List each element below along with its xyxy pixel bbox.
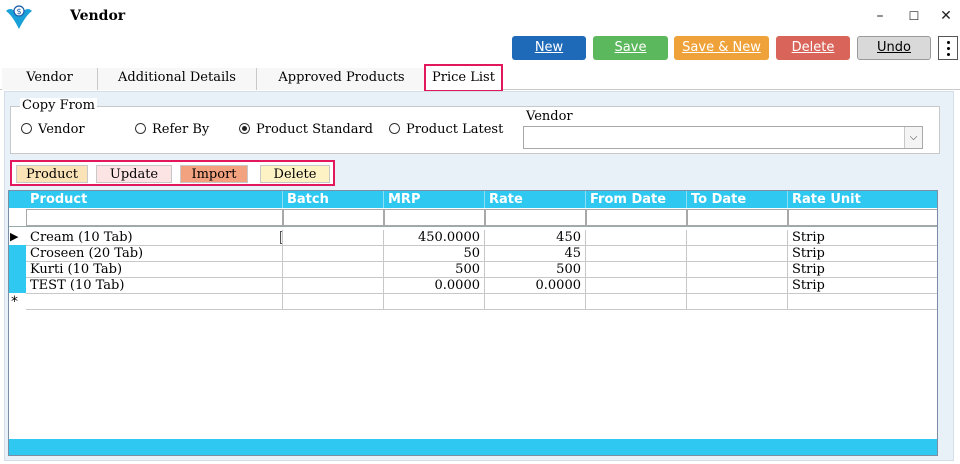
column-header-rate-unit[interactable]: Rate Unit — [788, 191, 937, 208]
column-header-from-date[interactable]: From Date — [586, 191, 687, 208]
new-row-icon: * — [9, 293, 26, 310]
minimize-button[interactable]: – — [869, 6, 891, 26]
table-row[interactable]: Croseen (20 Tab) 50 45 Strip — [26, 246, 937, 262]
cell-rate[interactable]: 45 — [485, 246, 586, 262]
cell-rate[interactable]: 0.0000 — [485, 278, 586, 294]
cell-rate[interactable]: 450 — [485, 230, 586, 246]
window-title: Vendor — [70, 8, 126, 24]
grid-header: Product Batch MRP Rate From Date To Date… — [9, 191, 937, 208]
table-row[interactable]: Kurti (10 Tab) 500 500 Strip — [26, 262, 937, 278]
cell-product[interactable]: Kurti (10 Tab) — [26, 262, 283, 278]
undo-button[interactable]: Undo — [857, 36, 931, 60]
delete-button[interactable]: Delete — [776, 36, 850, 60]
cell-rate-unit[interactable] — [788, 294, 937, 310]
cell-rate[interactable]: 500 — [485, 262, 586, 278]
radio-product-latest-icon — [389, 123, 400, 134]
radio-vendor-icon — [21, 123, 32, 134]
maximize-button[interactable]: ☐ — [903, 6, 925, 26]
table-row[interactable]: TEST (10 Tab) 0.0000 0.0000 Strip — [26, 278, 937, 294]
price-list-grid: Product Batch MRP Rate From Date To Date… — [8, 190, 938, 456]
cell-rate-unit[interactable]: Strip — [788, 262, 937, 278]
cell-to-date[interactable] — [687, 294, 788, 310]
cell-product[interactable]: TEST (10 Tab) — [26, 278, 283, 294]
filter-mrp-input[interactable] — [384, 209, 485, 226]
cell-batch[interactable] — [283, 230, 384, 246]
filter-row — [9, 208, 937, 227]
app-logo-icon: $ — [6, 5, 32, 29]
radio-refer-by-icon — [135, 123, 146, 134]
cell-rate-unit[interactable]: Strip — [788, 246, 937, 262]
filter-batch-input[interactable] — [283, 209, 384, 226]
copy-from-legend: Copy From — [20, 98, 97, 113]
column-header-to-date[interactable]: To Date — [687, 191, 788, 208]
cell-rate-unit[interactable]: Strip — [788, 230, 937, 246]
tab-strip: Vendor Additional Details Approved Produ… — [0, 64, 960, 92]
save-button[interactable]: Save — [593, 36, 668, 60]
cell-from-date[interactable] — [586, 278, 687, 294]
column-header-mrp[interactable]: MRP — [384, 191, 485, 208]
cell-to-date[interactable] — [687, 262, 788, 278]
cell-mrp[interactable]: 500 — [384, 262, 485, 278]
import-button[interactable]: Import — [180, 165, 248, 183]
filter-to-date-input[interactable] — [687, 209, 788, 226]
cell-from-date[interactable] — [586, 230, 687, 246]
cell-batch[interactable] — [283, 262, 384, 278]
cell-mrp[interactable] — [384, 294, 485, 310]
vendor-field-label: Vendor — [526, 109, 573, 124]
cell-to-date[interactable] — [687, 230, 788, 246]
filter-rate-input[interactable] — [485, 209, 586, 226]
table-row[interactable]: Cream (10 Tab) ▼ 450.0000 450 Strip — [26, 230, 937, 246]
radio-product-standard[interactable]: Product Standard — [239, 122, 373, 137]
current-row-icon: ▶ — [9, 229, 26, 245]
cell-batch[interactable] — [283, 246, 384, 262]
cell-from-date[interactable] — [586, 246, 687, 262]
cell-batch[interactable] — [283, 294, 384, 310]
more-menu-icon[interactable] — [938, 36, 958, 60]
cell-mrp[interactable]: 450.0000 — [384, 230, 485, 246]
vendor-dropdown[interactable]: ⌵ — [523, 126, 923, 149]
new-row[interactable] — [26, 294, 937, 310]
cell-to-date[interactable] — [687, 278, 788, 294]
column-header-batch[interactable]: Batch — [283, 191, 384, 208]
filter-product-input[interactable] — [26, 209, 283, 226]
grid-action-bar: Product Update Import Delete — [10, 160, 335, 186]
filter-from-date-input[interactable] — [586, 209, 687, 226]
cell-batch[interactable] — [283, 278, 384, 294]
close-button[interactable]: ✕ — [935, 6, 957, 26]
cell-from-date[interactable] — [586, 262, 687, 278]
cell-product[interactable]: Croseen (20 Tab) — [26, 246, 283, 262]
save-and-new-button[interactable]: Save & New — [674, 36, 769, 60]
svg-text:$: $ — [16, 7, 21, 16]
cell-product[interactable] — [26, 294, 283, 310]
chevron-down-icon[interactable]: ⌵ — [904, 127, 922, 148]
product-button[interactable]: Product — [16, 165, 88, 183]
radio-product-latest[interactable]: Product Latest — [389, 122, 503, 137]
new-button[interactable]: New — [512, 36, 586, 60]
cell-rate[interactable] — [485, 294, 586, 310]
cell-product[interactable]: Cream (10 Tab) ▼ — [26, 230, 283, 246]
grid-delete-button[interactable]: Delete — [260, 165, 330, 183]
grid-footer — [9, 439, 937, 455]
cell-rate-unit[interactable]: Strip — [788, 278, 937, 294]
cell-mrp[interactable]: 0.0000 — [384, 278, 485, 294]
tab-additional-details[interactable]: Additional Details — [98, 68, 257, 90]
tab-vendor[interactable]: Vendor — [2, 68, 98, 90]
filter-rate-unit-input[interactable] — [788, 209, 937, 226]
cell-mrp[interactable]: 50 — [384, 246, 485, 262]
tab-price-list[interactable]: Price List — [424, 64, 503, 92]
cell-to-date[interactable] — [687, 246, 788, 262]
cell-from-date[interactable] — [586, 294, 687, 310]
radio-product-standard-icon — [239, 123, 250, 134]
update-button[interactable]: Update — [96, 165, 172, 183]
tab-approved-products[interactable]: Approved Products — [257, 68, 427, 90]
column-header-product[interactable]: Product — [26, 191, 283, 208]
radio-vendor[interactable]: Vendor — [21, 122, 85, 137]
title-bar: $ Vendor – ☐ ✕ — [0, 0, 960, 34]
radio-refer-by[interactable]: Refer By — [135, 122, 209, 137]
column-header-rate[interactable]: Rate — [485, 191, 586, 208]
